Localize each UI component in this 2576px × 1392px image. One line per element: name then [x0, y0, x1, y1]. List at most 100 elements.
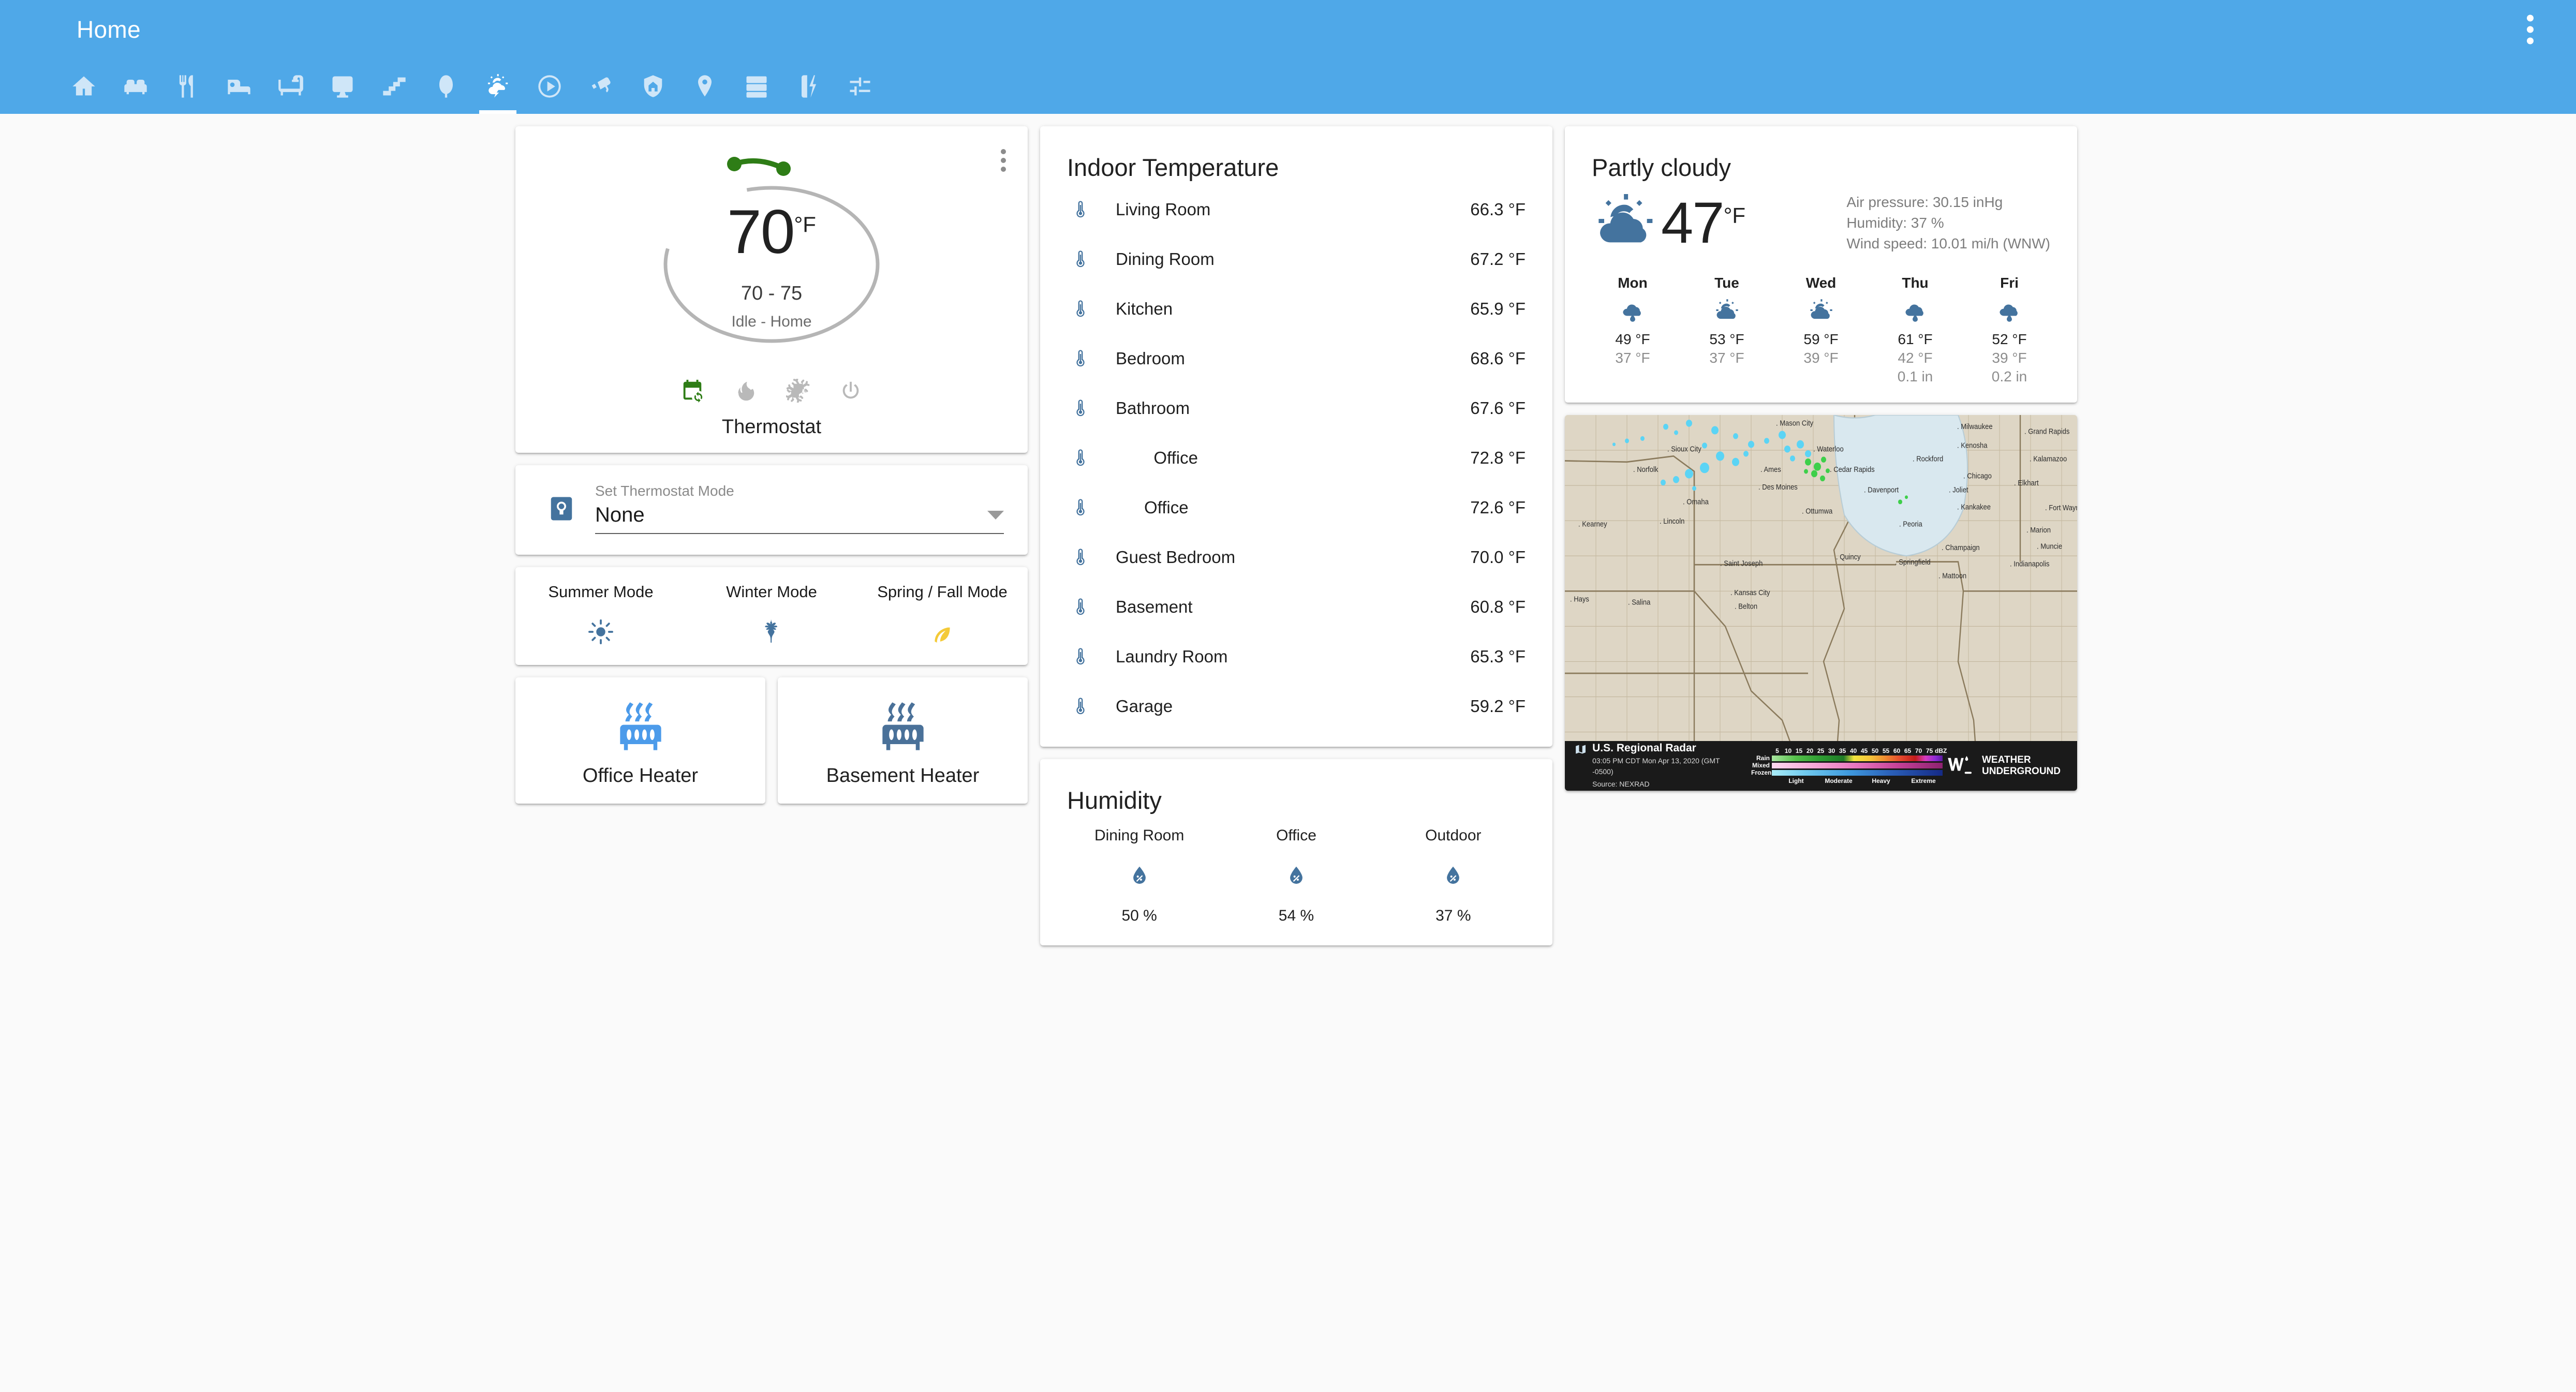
svg-text:. Milwaukee: . Milwaukee [1957, 422, 1993, 431]
humidity-title: Humidity [1067, 787, 1162, 814]
humidity-item[interactable]: Dining Room 50 % [1061, 827, 1218, 925]
forecast-high: 53 °F [1709, 331, 1744, 347]
tab-system[interactable] [731, 59, 782, 114]
tab-media[interactable] [524, 59, 575, 114]
leaf-icon[interactable] [929, 619, 955, 645]
radar-tick: 25 [1817, 747, 1825, 754]
basement-heater-button[interactable]: Basement Heater [778, 677, 1028, 804]
weather-partly-cloudy-icon [1716, 299, 1738, 319]
dashboard-columns: 70°F 70 - 75 Idle - Home Thermostat Set … [515, 114, 2576, 945]
summer-mode-button[interactable]: Summer Mode [515, 583, 686, 647]
sun-icon[interactable] [588, 619, 614, 645]
radar-card[interactable]: . Mason City . Sioux City . Norfolk . Am… [1565, 415, 2077, 791]
radar-category: Heavy [1872, 777, 1890, 784]
svg-text:. Sioux City: . Sioux City [1667, 445, 1701, 453]
thermostat-mode-icon [551, 497, 572, 520]
entity-name: Living Room [1116, 200, 1211, 219]
thermostat-mode-select-card[interactable]: Set Thermostat Mode None [515, 465, 1028, 555]
weather-underground-logo: WEATHER UNDERGROUND [1946, 754, 2068, 777]
humidity-name: Office [1276, 827, 1316, 844]
table-row[interactable]: Office 72.8 °F [1040, 433, 1552, 483]
tab-settings[interactable] [834, 59, 886, 114]
svg-text:. Marion: . Marion [2026, 525, 2051, 534]
radar-tick: 65 [1904, 747, 1912, 754]
table-row[interactable]: Garage 59.2 °F [1040, 682, 1552, 731]
tab-security[interactable] [627, 59, 679, 114]
low-setpoint-handle [727, 157, 742, 171]
forecast-low: 37 °F [1615, 350, 1650, 366]
tab-cameras[interactable] [575, 59, 627, 114]
season-label: Spring / Fall Mode [877, 583, 1008, 601]
select-value[interactable]: None [595, 504, 645, 527]
table-row[interactable]: Bedroom 68.6 °F [1040, 334, 1552, 383]
table-row[interactable]: Dining Room 67.2 °F [1040, 234, 1552, 284]
season-mode-card: Summer Mode Winter Mode Spring / Fall Mode [515, 567, 1028, 665]
tab-energy[interactable] [782, 59, 834, 114]
svg-text:. Joliet: . Joliet [1949, 485, 1968, 494]
entity-value: 70.0 °F [1470, 547, 1526, 567]
desktop-monitor-icon [332, 76, 353, 98]
thermometer-icon [1069, 199, 1092, 220]
radar-band-rain: Rain [1756, 754, 1770, 762]
humidity-item[interactable]: Outdoor 37 % [1375, 827, 1532, 925]
humidity-item[interactable]: Office 54 % [1218, 827, 1374, 925]
weather-lightning-cloud-icon [487, 74, 508, 98]
winter-mode-button[interactable]: Winter Mode [686, 583, 857, 647]
forecast-day: Fri 52 °F 39 °F 0.2 in [1962, 275, 2056, 385]
weather-partly-cloudy-icon [1810, 299, 1832, 319]
entity-value: 67.6 °F [1470, 398, 1526, 418]
forecast-high: 61 °F [1898, 331, 1933, 347]
table-row[interactable]: Guest Bedroom 70.0 °F [1040, 532, 1552, 582]
svg-text:. Hays: . Hays [1570, 595, 1589, 603]
table-row[interactable]: Basement 60.8 °F [1040, 582, 1552, 632]
entity-name: Office [1116, 448, 1198, 467]
office-heater-button[interactable]: Office Heater [515, 677, 765, 804]
tree-icon [439, 75, 453, 98]
radar-tick: 20 [1806, 747, 1814, 754]
radar-tick: 50 [1871, 747, 1879, 754]
table-row[interactable]: Living Room 66.3 °F [1040, 185, 1552, 234]
tab-bathroom[interactable] [265, 59, 317, 114]
tab-home[interactable] [58, 59, 110, 114]
season-label: Winter Mode [726, 583, 817, 601]
tab-kitchen[interactable] [161, 59, 213, 114]
forecast-high: 49 °F [1615, 331, 1650, 347]
tab-bedroom[interactable] [213, 59, 265, 114]
spring-fall-mode-button[interactable]: Spring / Fall Mode [857, 583, 1028, 647]
thermometer-icon [1069, 398, 1092, 419]
tab-location[interactable] [679, 59, 731, 114]
tab-bar [0, 59, 2576, 114]
snowflake-icon[interactable] [759, 619, 784, 645]
table-row[interactable]: Office 72.6 °F [1040, 483, 1552, 532]
thermostat-name: Thermostat [721, 416, 822, 438]
svg-text:. Salina: . Salina [1628, 598, 1651, 606]
weather-rainy-icon [1623, 304, 1641, 322]
tab-outdoor[interactable] [420, 59, 472, 114]
weather-condition: Partly cloudy [1592, 154, 1731, 181]
svg-text:. Peoria: . Peoria [1899, 520, 1922, 528]
svg-text:. Lincoln: . Lincoln [1660, 516, 1684, 525]
entity-value: 68.6 °F [1470, 349, 1526, 368]
svg-text:. Norfolk: . Norfolk [1633, 465, 1658, 473]
table-row[interactable]: Bathroom 67.6 °F [1040, 383, 1552, 433]
thermometer-icon [1069, 547, 1092, 568]
app-bar: Home [0, 0, 2576, 59]
water-percent-icon [1290, 866, 1302, 884]
dots-vertical-icon[interactable] [2522, 10, 2539, 50]
sofa-icon [124, 80, 147, 95]
svg-text:. Des Moines: . Des Moines [1758, 482, 1798, 491]
heater-label: Office Heater [582, 765, 699, 787]
thermometer-icon [1069, 448, 1092, 468]
thermostat-dial[interactable]: 70°F 70 - 75 Idle - Home [650, 143, 893, 386]
tab-living-room[interactable] [110, 59, 161, 114]
entity-name: Basement [1116, 597, 1193, 616]
tab-climate[interactable] [472, 59, 524, 114]
table-row[interactable]: Laundry Room 65.3 °F [1040, 632, 1552, 682]
entity-name: Office [1116, 498, 1189, 517]
tab-office[interactable] [317, 59, 368, 114]
table-row[interactable]: Kitchen 65.9 °F [1040, 284, 1552, 334]
dots-vertical-icon[interactable] [997, 145, 1010, 176]
tab-stairs[interactable] [368, 59, 420, 114]
chevron-down-icon[interactable] [987, 511, 1004, 520]
indoor-temperature-title: Indoor Temperature [1067, 154, 1279, 181]
